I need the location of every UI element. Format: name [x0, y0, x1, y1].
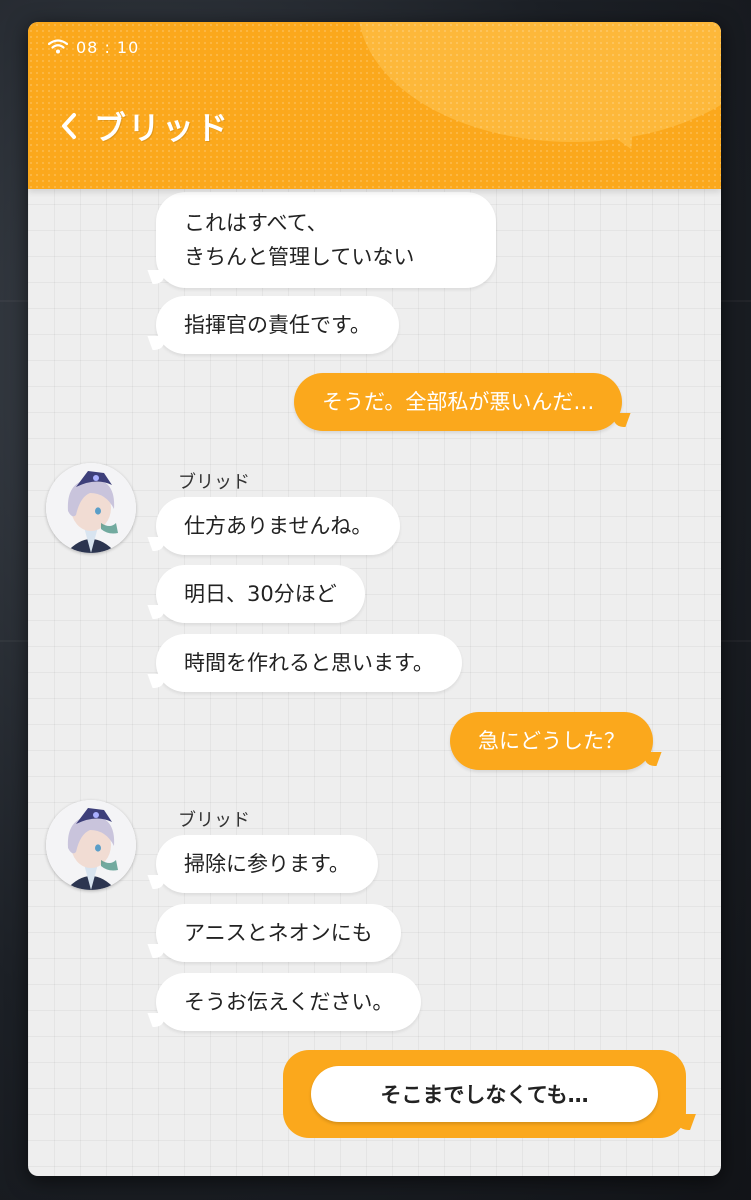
message-text: 指揮官の責任です。 [184, 313, 371, 337]
message-text: 急にどうした？ [478, 729, 625, 753]
message-text: アニスとネオンにも [184, 921, 373, 945]
title-row: ブリッド [58, 102, 230, 150]
sender-avatar [46, 800, 136, 890]
message-bubble-outgoing: そうだ。全部私が悪いんだ… [294, 373, 623, 431]
message-text: これはすべて、 きちんと管理していない [184, 211, 415, 269]
message-bubble-incoming: 掃除に参ります。 [156, 835, 378, 893]
message-bubble-incoming: 明日、30分ほど [156, 565, 365, 623]
wifi-icon [48, 39, 68, 55]
message-bubble-incoming: そうお伝えください。 [156, 973, 422, 1031]
message-bubble-incoming: 仕方ありませんね。 [156, 497, 401, 555]
message-bubble-outgoing: 急にどうした？ [450, 712, 653, 770]
reply-panel: そこまでしなくても… [283, 1050, 686, 1138]
message-text: 明日、30分ほど [184, 582, 337, 606]
message-bubble-incoming: 時間を作れると思います。 [156, 634, 462, 692]
chat-header: 08 : 10 ブリッド [28, 22, 721, 189]
message-text: 仕方ありませんね。 [184, 514, 373, 538]
message-bubble-incoming: アニスとネオンにも [156, 904, 401, 962]
message-bubble-incoming: 指揮官の責任です。 [156, 296, 399, 354]
chevron-left-icon[interactable] [58, 111, 80, 141]
message-text: 掃除に参ります。 [184, 852, 350, 876]
sender-name: ブリッド [178, 472, 250, 493]
message-bubble-incoming: これはすべて、 きちんと管理していない [156, 192, 496, 288]
reply-option-button[interactable]: そこまでしなくても… [311, 1066, 658, 1122]
portrait-image [46, 463, 136, 553]
messenger-window: これはすべて、 きちんと管理していない 指揮官の責任です。 そうだ。全部私が悪い… [28, 22, 721, 1176]
message-text: そうだ。全部私が悪いんだ… [322, 390, 595, 414]
status-time: 08 : 10 [76, 37, 140, 57]
sender-name: ブリッド [178, 810, 250, 831]
page-title: ブリッド [94, 109, 231, 147]
status-bar: 08 : 10 [48, 36, 139, 58]
sender-avatar [46, 463, 136, 553]
chat-area[interactable]: これはすべて、 きちんと管理していない 指揮官の責任です。 そうだ。全部私が悪い… [28, 22, 721, 1176]
portrait-image [46, 800, 136, 890]
message-text: そうお伝えください。 [184, 990, 394, 1014]
message-text: 時間を作れると思います。 [184, 651, 434, 675]
